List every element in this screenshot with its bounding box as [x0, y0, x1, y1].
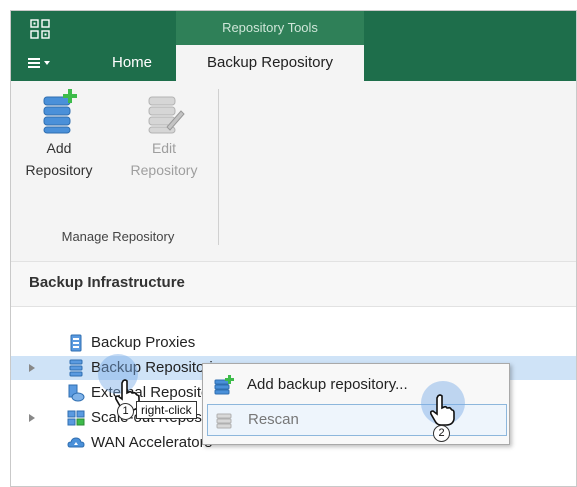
edit-repository-button[interactable]: Edit Repository — [119, 87, 209, 181]
backup-proxy-icon — [70, 334, 82, 352]
tab-backup-repository[interactable]: Backup Repository — [176, 45, 364, 81]
ribbon-group-divider — [218, 89, 219, 245]
rescan-icon — [216, 413, 232, 429]
add-repository-label-line2: Repository — [25, 162, 93, 178]
edit-repository-label-line1: Edit — [151, 140, 177, 156]
tree-item-label: Backup Proxies — [91, 334, 196, 351]
add-repository-icon — [43, 89, 77, 134]
add-repository-label-line1: Add — [46, 140, 72, 156]
tree-item-backup-proxies[interactable]: Backup Proxies — [11, 331, 576, 355]
ribbon-body: Add Repository Edit Repository Manage Re… — [11, 81, 576, 261]
expand-arrow-icon[interactable] — [29, 364, 35, 372]
ribbon-tabs: Home Backup Repository — [11, 45, 576, 81]
context-tab-group-label: Repository Tools — [176, 11, 364, 45]
app-logo-icon — [30, 19, 50, 39]
external-repository-icon — [68, 384, 85, 402]
wan-accelerator-icon — [67, 437, 85, 448]
tree-item-label: WAN Accelerators — [91, 434, 213, 451]
expand-arrow-icon[interactable] — [29, 414, 35, 422]
backup-repository-icon — [69, 359, 83, 377]
panel-header: Backup Infrastructure — [11, 261, 576, 307]
step-number-badge: 1 — [117, 403, 134, 420]
caret-down-icon — [44, 61, 50, 65]
add-repository-button[interactable]: Add Repository — [21, 87, 97, 181]
step-number-badge: 2 — [433, 425, 450, 442]
context-menu-item-label: Add backup repository... — [247, 376, 408, 393]
right-click-callout: right-click — [136, 401, 197, 419]
panel-title: Backup Infrastructure — [29, 274, 185, 291]
ribbon-group-label: Manage Repository — [61, 229, 175, 244]
add-repository-icon — [214, 375, 234, 395]
tab-home[interactable]: Home — [103, 45, 161, 81]
main-menu-button[interactable] — [28, 54, 60, 74]
context-menu-item-label: Rescan — [248, 411, 299, 428]
edit-repository-label-line2: Repository — [130, 162, 198, 178]
hamburger-icon — [28, 58, 40, 60]
scale-out-repository-icon — [67, 410, 85, 426]
title-bar: Repository Tools — [11, 11, 576, 45]
application-window: Repository Tools Home Backup Repository … — [10, 10, 577, 487]
edit-repository-icon — [148, 96, 185, 134]
hand-pointer-icon — [429, 394, 455, 426]
